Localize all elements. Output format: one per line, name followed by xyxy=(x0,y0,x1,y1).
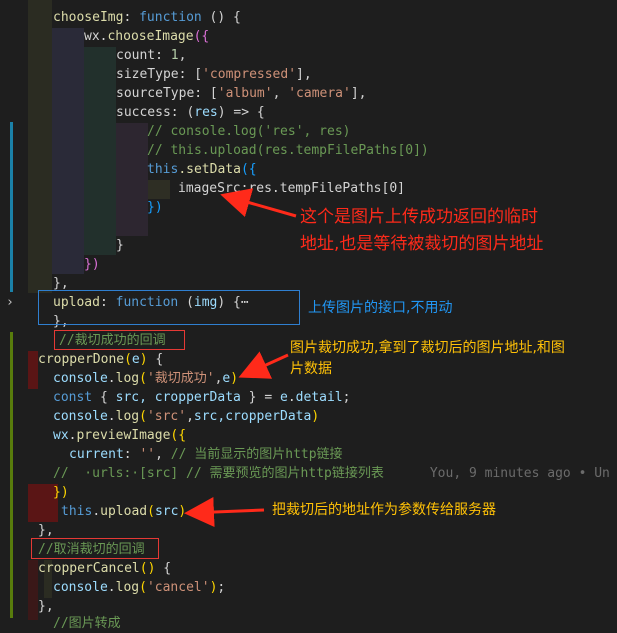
code-line: wx.previewImage({ xyxy=(53,428,187,443)
code-line: count: 1, xyxy=(116,48,187,63)
code-line: console.log('cancel'); xyxy=(53,580,226,595)
code-line: // this.upload(res.tempFilePaths[0]) xyxy=(147,143,429,158)
code-line: sizeType: ['compressed'], xyxy=(116,67,312,82)
code-line: //图片转成 xyxy=(53,616,121,631)
git-modified-bar xyxy=(10,332,13,618)
annotation-crop-done-line2: 片数据 xyxy=(290,361,332,377)
code-line: // ·urls:·[src] // 需要预览的图片http链接列表 You, 9… xyxy=(53,466,610,481)
code-line: wx.chooseImage({ xyxy=(84,29,210,44)
editor-gutter: › xyxy=(0,0,22,621)
annotation-upload-param: 把裁切后的地址作为参数传给服务器 xyxy=(272,502,496,518)
chevron-right-icon[interactable]: › xyxy=(6,293,14,312)
code-line: // console.log('res', res) xyxy=(147,124,351,139)
code-line: console.log('src',src,cropperData) xyxy=(53,409,320,424)
annotation-temp-path-line2: 地址,也是等待被裁切的图片地址 xyxy=(300,234,544,254)
code-line: success: (res) => { xyxy=(116,105,265,120)
annotation-upload-api: 上传图片的接口,不用动 xyxy=(308,300,453,316)
annotation-crop-done-line1: 图片裁切成功,拿到了裁切后的图片地址,和图 xyxy=(290,340,565,356)
cancel-comment-box xyxy=(31,538,159,559)
annotation-temp-path-line1: 这个是图片上传成功返回的临时 xyxy=(300,207,538,227)
code-line: sourceType: ['album', 'camera'], xyxy=(116,86,367,101)
code-line: current: '', // 当前显示的图片http链接 xyxy=(69,447,343,462)
code-line: imageSrc:res.tempFilePaths[0] xyxy=(178,181,405,196)
upload-function-box xyxy=(38,290,300,325)
code-line: chooseImg: function () { xyxy=(53,10,241,25)
code-line: }) xyxy=(84,257,100,272)
code-line: this.setData({ xyxy=(147,162,257,177)
code-line: const { src, cropperData } = e.detail; xyxy=(53,390,351,405)
git-modified-bar xyxy=(10,122,13,292)
code-line: cropperCancel() { xyxy=(38,561,172,576)
crop-done-comment-box xyxy=(54,330,185,350)
git-blame-annotation: You, 9 minutes ago • Un xyxy=(429,466,610,481)
